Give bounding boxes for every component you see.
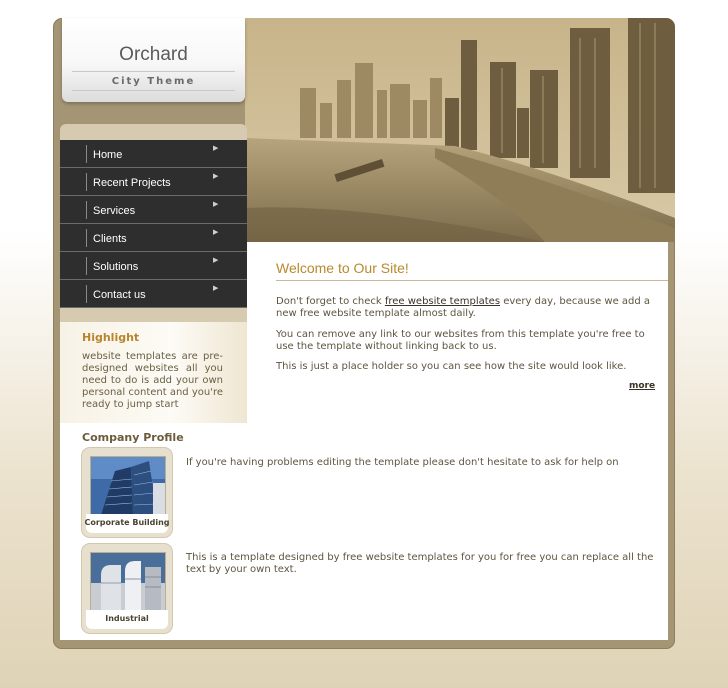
industrial-caption: Industrial (105, 614, 149, 623)
nav-item-solutions[interactable]: Solutions ▶ (60, 252, 247, 280)
nav-label: Clients (93, 233, 127, 245)
nav-label: Home (93, 149, 123, 161)
welcome-heading: Welcome to Our Site! (276, 260, 409, 276)
corporate-building-thumbnail[interactable]: Corporate Building (82, 448, 172, 537)
welcome-paragraph-1: Don't forget to check free website templ… (276, 296, 652, 320)
arrow-right-icon: ▶ (213, 256, 219, 264)
nav-separator (86, 173, 87, 191)
nav-item-recent-projects[interactable]: Recent Projects ▶ (60, 168, 247, 196)
site-logo[interactable]: Orchard City Theme (62, 18, 245, 102)
header-city-photo (245, 18, 675, 242)
profile-text-2: This is a template designed by free webs… (186, 552, 654, 575)
site-subtitle: City Theme (111, 76, 196, 87)
welcome-paragraph-3: This is just a place holder so you can s… (276, 361, 627, 372)
arrow-right-icon: ▶ (213, 144, 219, 152)
menu-bottom-cap (60, 308, 247, 322)
nav-separator (86, 229, 87, 247)
logo-divider-top (72, 71, 235, 72)
corporate-building-image (90, 456, 166, 516)
nav-separator (86, 257, 87, 275)
nav-item-contact-us[interactable]: Contact us ▶ (60, 280, 247, 308)
highlight-title: Highlight (82, 331, 140, 344)
site-title: Orchard (119, 44, 188, 65)
logo-divider-bottom (72, 90, 235, 91)
nav-label: Recent Projects (93, 177, 171, 189)
free-templates-link[interactable]: free website templates (385, 296, 500, 307)
arrow-right-icon: ▶ (213, 172, 219, 180)
arrow-right-icon: ▶ (213, 228, 219, 236)
profile-text-1: If you're having problems editing the te… (186, 457, 619, 468)
industrial-image (90, 552, 166, 612)
nav-item-clients[interactable]: Clients ▶ (60, 224, 247, 252)
highlight-box: Highlight website templates are pre-desi… (60, 322, 247, 423)
main-nav: Home ▶ Recent Projects ▶ Services ▶ Clie… (60, 140, 247, 308)
p1-text-before: Don't forget to check (276, 296, 385, 307)
nav-item-services[interactable]: Services ▶ (60, 196, 247, 224)
welcome-paragraph-2: You can remove any link to our websites … (276, 329, 645, 352)
nav-separator (86, 201, 87, 219)
more-link[interactable]: more (629, 381, 655, 391)
menu-top-cap (60, 124, 247, 140)
nav-separator (86, 285, 87, 303)
nav-separator (86, 145, 87, 163)
nav-label: Solutions (93, 261, 139, 273)
nav-item-home[interactable]: Home ▶ (60, 140, 247, 168)
industrial-thumbnail[interactable]: Industrial (82, 544, 172, 633)
nav-label: Contact us (93, 289, 146, 301)
arrow-right-icon: ▶ (213, 284, 219, 292)
nav-label: Services (93, 205, 136, 217)
welcome-divider (276, 280, 668, 281)
corporate-building-caption: Corporate Building (84, 518, 170, 527)
highlight-text: website templates are pre-designed websi… (82, 351, 223, 410)
arrow-right-icon: ▶ (213, 200, 219, 208)
company-profile-heading: Company Profile (82, 431, 184, 444)
